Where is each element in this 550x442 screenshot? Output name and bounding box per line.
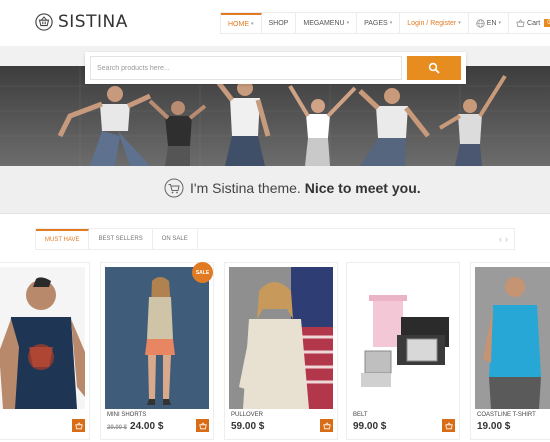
- add-to-cart-button[interactable]: [196, 419, 209, 432]
- nav-pages-label: PAGES: [364, 19, 388, 27]
- basket-logo-icon: [35, 13, 53, 31]
- product-current-price: 59.00 $: [231, 421, 265, 432]
- product-image-coastline-tshirt: [475, 267, 550, 409]
- tab-best-sellers[interactable]: BEST SELLERS: [89, 229, 153, 249]
- carousel-arrows: ‹ ›: [499, 235, 508, 244]
- cart-count-badge: 0: [544, 19, 550, 27]
- nav-pages[interactable]: PAGES ▾: [357, 13, 401, 33]
- add-to-cart-button[interactable]: [442, 419, 455, 432]
- nav-shop[interactable]: SHOP: [262, 13, 297, 33]
- nav-home[interactable]: HOME ▾: [221, 13, 262, 33]
- tagline-text: I'm Sistina theme. Nice to meet you.: [190, 180, 421, 196]
- search-bar: [85, 52, 466, 84]
- chevron-right-icon[interactable]: ›: [505, 235, 508, 244]
- nav-home-label: HOME: [228, 20, 249, 28]
- logo[interactable]: SISTINA: [35, 12, 128, 32]
- product-card[interactable]: MINI SHORTS 29.00 $24.00 $: [100, 262, 214, 440]
- product-tabs: MUST HAVE BEST SELLERS ON SALE ‹ ›: [35, 228, 515, 250]
- nav-language-label: EN: [486, 19, 497, 27]
- product-current-price: 19.00 $: [477, 421, 511, 432]
- main-nav: HOME ▾ SHOP MEGAMENU ▾ PAGES ▾ Login / R…: [220, 12, 550, 34]
- nav-cart[interactable]: Cart 0: [509, 13, 550, 33]
- chevron-down-icon: ▾: [251, 21, 254, 27]
- chevron-down-icon: ▾: [346, 20, 350, 26]
- search-icon: [428, 62, 440, 74]
- chevron-down-icon: ▾: [389, 20, 393, 26]
- product-image-belt: [351, 267, 455, 409]
- shopping-cart-icon: [164, 178, 184, 198]
- site-header: SISTINA HOME ▾ SHOP MEGAMENU ▾ PAGES ▾ L…: [0, 0, 550, 46]
- page: { "brand": { "name": "SISTINA" }, "nav":…: [0, 0, 550, 442]
- product-price: 59.00 $: [231, 421, 264, 432]
- nav-megamenu-label: MEGAMENU: [303, 19, 345, 27]
- product-current-price: 24.00 $: [130, 421, 164, 432]
- product-image-tshirt-man: [0, 267, 85, 409]
- tab-must-have[interactable]: MUST HAVE: [36, 229, 90, 249]
- nav-megamenu[interactable]: MEGAMENU ▾: [296, 13, 358, 33]
- brand-name: SISTINA: [58, 12, 128, 32]
- basket-icon: [444, 421, 453, 429]
- chevron-down-icon: ▾: [458, 20, 461, 26]
- product-old-price: 29.00 $: [107, 425, 128, 431]
- nav-language[interactable]: EN ▾: [469, 13, 510, 33]
- product-card[interactable]: COASTLINE T-SHIRT 19.00 $: [470, 262, 550, 440]
- search-button[interactable]: [407, 56, 461, 80]
- chevron-down-icon: ▾: [498, 20, 502, 26]
- nav-cart-label: Cart: [527, 19, 541, 27]
- tagline-bold: Nice to meet you.: [304, 180, 421, 196]
- product-card[interactable]: [0, 262, 90, 440]
- product-price: 99.00 $: [353, 421, 386, 432]
- product-image-pullover: [229, 267, 333, 409]
- product-card[interactable]: BELT 99.00 $: [346, 262, 460, 440]
- product-name: BELT: [353, 412, 368, 418]
- product-current-price: 99.00 $: [353, 421, 387, 432]
- product-name: MINI SHORTS: [107, 412, 147, 418]
- product-card[interactable]: PULLOVER 59.00 $: [224, 262, 338, 440]
- product-name: PULLOVER: [231, 412, 264, 418]
- tagline: I'm Sistina theme. Nice to meet you.: [164, 178, 421, 198]
- product-name: COASTLINE T-SHIRT: [477, 412, 536, 418]
- search-input[interactable]: [90, 56, 402, 80]
- add-to-cart-button[interactable]: [72, 419, 85, 432]
- nav-shop-label: SHOP: [268, 19, 289, 27]
- product-image-mini-shorts: [105, 267, 209, 409]
- add-to-cart-button[interactable]: [320, 419, 333, 432]
- nav-login-register[interactable]: Login / Register ▾: [400, 13, 469, 33]
- basket-icon: [74, 421, 83, 429]
- basket-icon: [516, 18, 525, 27]
- product-price: 29.00 $24.00 $: [107, 421, 163, 432]
- basket-icon: [322, 421, 331, 429]
- globe-icon: [476, 18, 485, 28]
- sale-badge: SALE: [192, 262, 213, 283]
- tagline-regular: I'm Sistina theme.: [190, 180, 301, 196]
- product-price: 19.00 $: [477, 421, 510, 432]
- basket-icon: [198, 421, 207, 429]
- nav-login-label: Login / Register: [407, 19, 457, 27]
- tab-on-sale[interactable]: ON SALE: [153, 229, 198, 249]
- chevron-left-icon[interactable]: ‹: [499, 235, 502, 244]
